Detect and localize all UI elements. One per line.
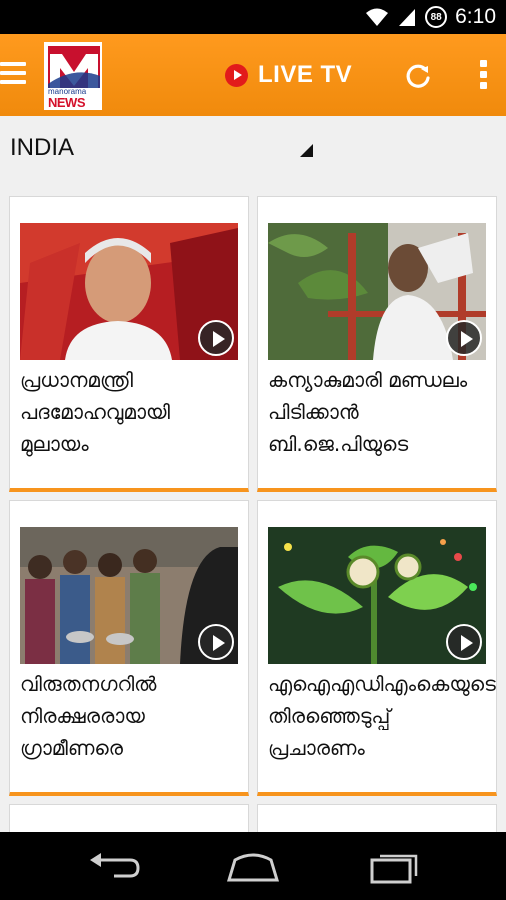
dropdown-arrow-icon[interactable] [300, 144, 313, 157]
logo-m-mark [48, 46, 100, 88]
news-card[interactable]: കന്യാകുമാരി മണ്ഡലം പിടിക്കാൻ ബി.ജെ.പിയുട… [257, 196, 497, 492]
news-thumbnail [268, 223, 486, 360]
news-card[interactable]: പ്രധാനമന്ത്രി പദമോഹവുമായി മുലായം [9, 196, 249, 492]
section-selector[interactable]: INDIA [0, 116, 506, 180]
news-thumbnail [268, 527, 486, 664]
status-bar: 88 6:10 [0, 0, 506, 34]
news-headline: വിരുതനഗറിൽ നിരക്ഷരരായ ഗ്രാമീണരെ [20, 672, 157, 760]
hamburger-menu-icon[interactable] [0, 60, 28, 88]
battery-icon: 88 [425, 6, 448, 28]
overflow-menu-icon[interactable] [478, 60, 490, 90]
refresh-icon[interactable] [404, 62, 432, 90]
battery-level: 88 [430, 11, 442, 23]
news-headline: എഐഎഡിഎംകെയുടെ തിരഞ്ഞെടുപ്പ് പ്രചാരണം [268, 672, 496, 760]
video-play-icon [198, 320, 234, 356]
news-card[interactable]: എഐഎഡിഎംകെയുടെ തിരഞ്ഞെടുപ്പ് പ്രചാരണം [257, 500, 497, 796]
wifi-icon [366, 8, 389, 26]
news-card[interactable] [257, 804, 497, 834]
news-card[interactable]: വിരുതനഗറിൽ നിരക്ഷരരായ ഗ്രാമീണരെ [9, 500, 249, 796]
app-bar: manorama NEWS LIVE TV [0, 34, 506, 116]
system-nav-bar [0, 832, 506, 900]
back-icon[interactable] [86, 850, 142, 884]
live-tv-label: LIVE TV [258, 61, 353, 88]
live-tv-button[interactable]: LIVE TV [225, 61, 352, 89]
status-icons: 88 6:10 [365, 5, 496, 29]
live-play-icon [225, 63, 248, 87]
recents-icon[interactable] [366, 850, 422, 884]
news-thumbnail [20, 223, 238, 360]
section-title: INDIA [10, 134, 75, 161]
home-icon[interactable] [225, 850, 281, 884]
news-headline: പ്രധാനമന്ത്രി പദമോഹവുമായി മുലായം [20, 368, 170, 456]
news-headline: കന്യാകുമാരി മണ്ഡലം പിടിക്കാൻ ബി.ജെ.പിയുട… [268, 368, 468, 456]
video-play-icon [198, 624, 234, 660]
status-time: 6:10 [455, 5, 496, 28]
manorama-news-logo[interactable]: manorama NEWS [44, 42, 102, 110]
video-play-icon [446, 320, 482, 356]
news-thumbnail [20, 527, 238, 664]
signal-icon [399, 9, 416, 26]
logo-news-text: NEWS [48, 95, 86, 110]
news-card[interactable] [9, 804, 249, 834]
video-play-icon [446, 624, 482, 660]
